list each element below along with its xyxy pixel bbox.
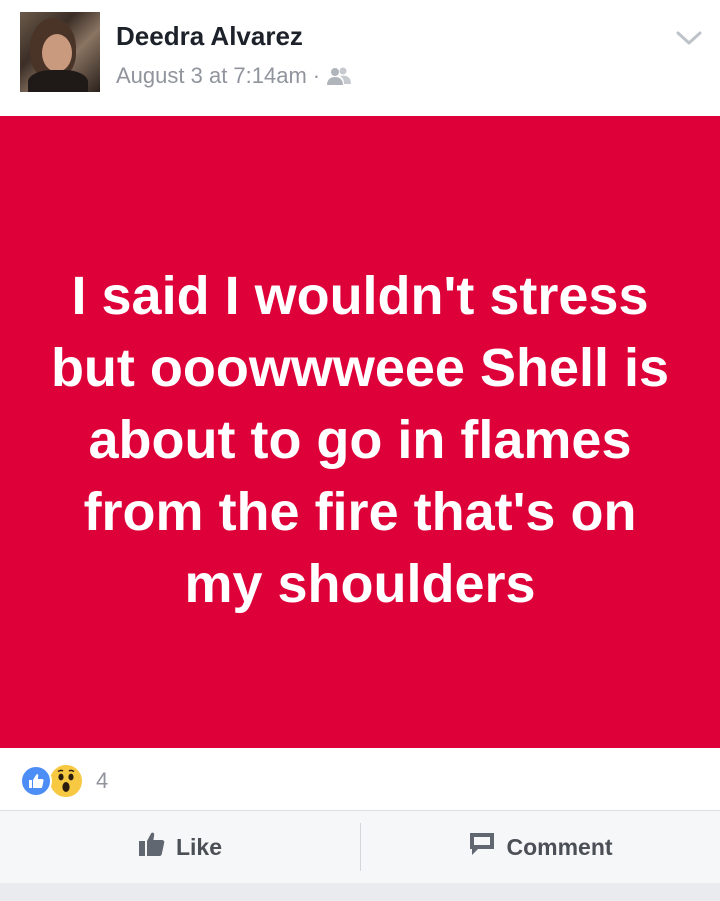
avatar[interactable] xyxy=(20,12,100,92)
action-bar: Like Comment xyxy=(0,811,720,883)
feed-separator xyxy=(0,883,720,901)
meta-separator: · xyxy=(312,63,321,88)
comment-icon xyxy=(468,831,496,863)
like-icon xyxy=(20,765,52,797)
comment-label: Comment xyxy=(506,833,613,860)
author-name[interactable]: Deedra Alvarez xyxy=(116,20,303,52)
post-meta: August 3 at 7:14am · xyxy=(116,60,352,92)
post-text: I said I wouldn't stress but ooowwweee S… xyxy=(50,266,670,614)
friends-icon[interactable] xyxy=(326,66,352,86)
post-header: Deedra Alvarez August 3 at 7:14am · xyxy=(0,0,720,116)
like-button[interactable]: Like xyxy=(0,811,360,883)
wow-icon xyxy=(48,763,84,799)
chevron-down-icon[interactable] xyxy=(674,26,704,50)
comment-button[interactable]: Comment xyxy=(361,811,720,883)
reaction-count[interactable]: 4 xyxy=(96,768,108,794)
like-label: Like xyxy=(175,833,223,860)
reactions-bar[interactable]: 4 xyxy=(0,748,720,810)
thumbs-up-icon xyxy=(138,831,166,863)
post-timestamp[interactable]: August 3 at 7:14am xyxy=(116,63,307,89)
post-content: I said I wouldn't stress but ooowwweee S… xyxy=(0,116,720,748)
